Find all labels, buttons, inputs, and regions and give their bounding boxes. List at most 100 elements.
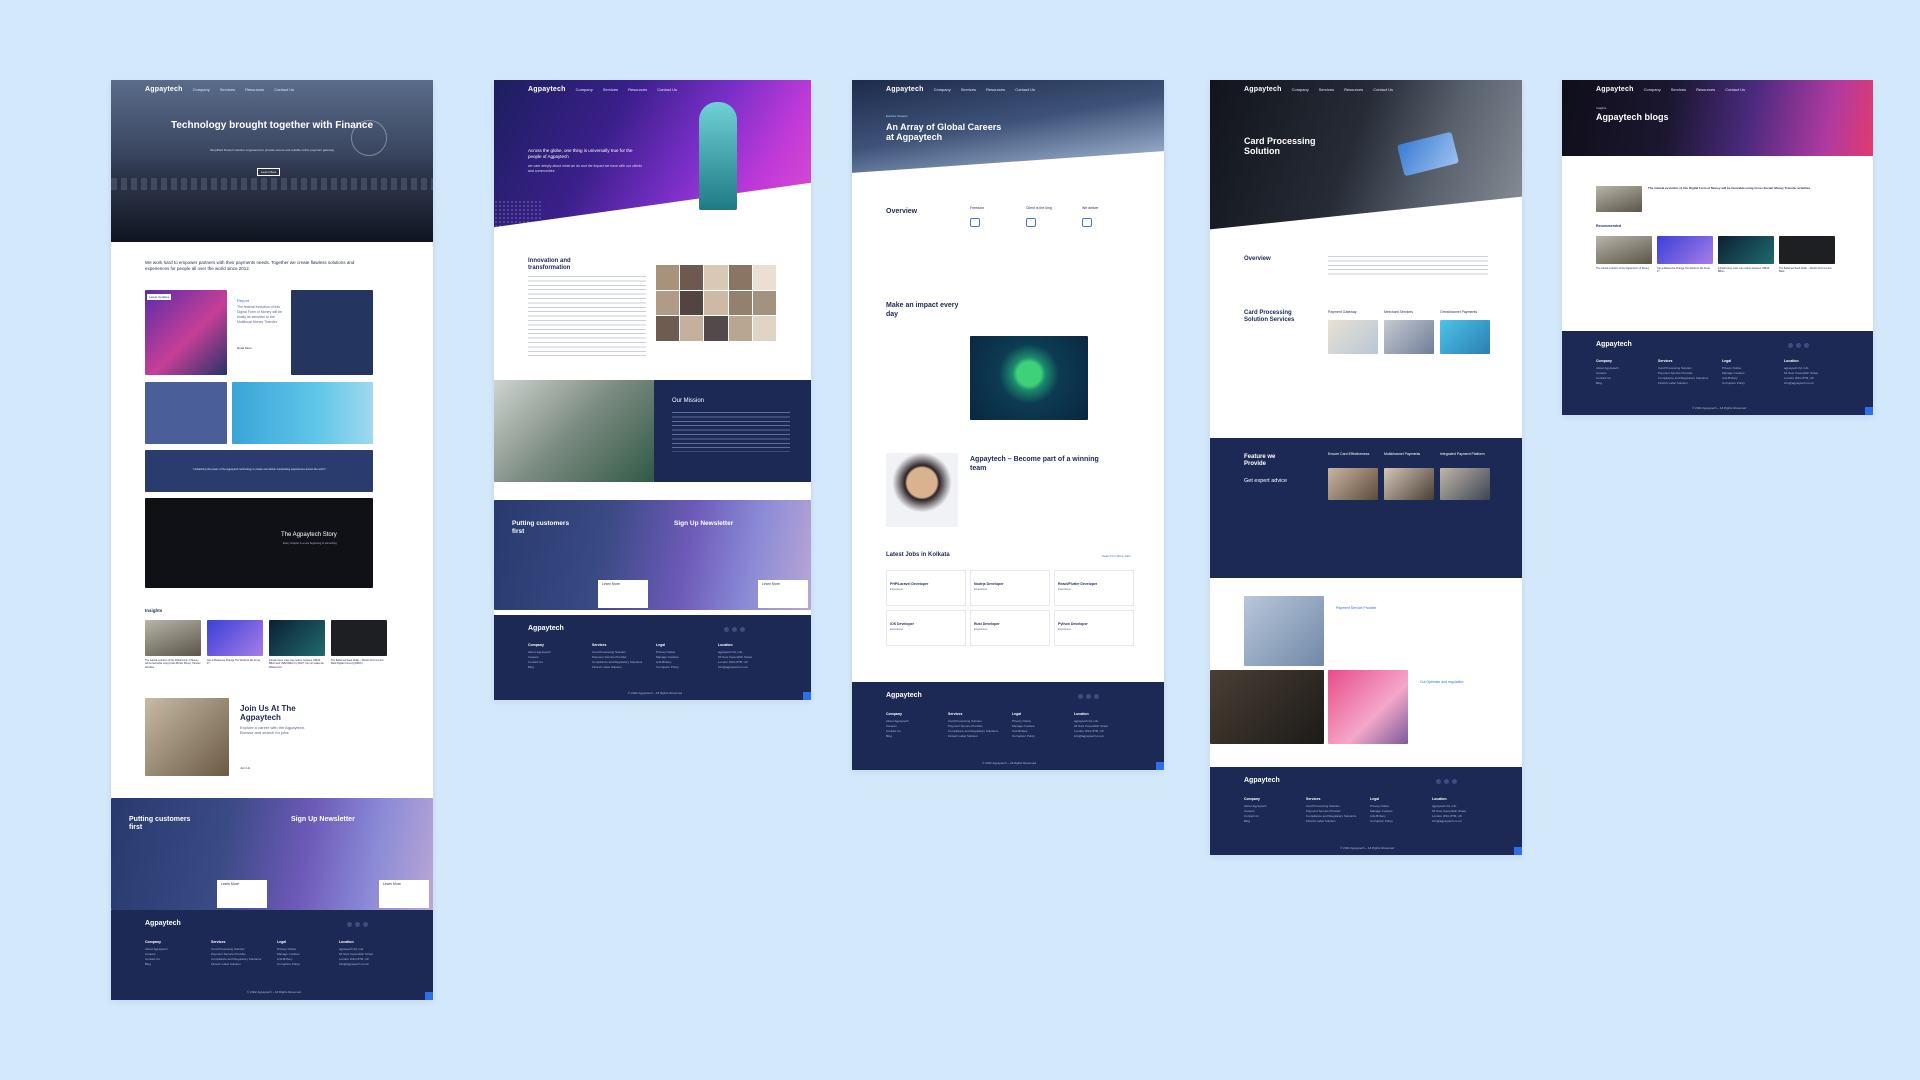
nav-resources[interactable]: Resources (1696, 87, 1715, 92)
nav-company[interactable]: Company (934, 87, 951, 92)
footer-links-company[interactable]: About Agpaytech Careers Contact Us Blog (528, 650, 551, 670)
facebook-icon[interactable] (1796, 343, 1801, 348)
insight-img-2[interactable] (207, 620, 263, 656)
job-title[interactable]: React/Flutter Developer (1058, 582, 1097, 586)
insight-title-2[interactable]: Can a Metaverse Change The World As We K… (207, 659, 263, 666)
rec-title-2[interactable]: Can a Metaverse Change The World As We K… (1657, 267, 1713, 273)
nav-resources[interactable]: Resources (628, 87, 647, 92)
insight-img-4[interactable] (331, 620, 387, 656)
footer-links-company[interactable]: About Agpaytech Careers Contact Us Blog (1596, 366, 1619, 386)
nav-services[interactable]: Services (1319, 87, 1334, 92)
rec-title-4[interactable]: The Bahamas Sand Dollar – World's First … (1779, 267, 1835, 273)
nav-contact[interactable]: Contact Us (1015, 87, 1035, 92)
nav-company[interactable]: Company (1292, 87, 1309, 92)
footer-logo[interactable]: Agpaytech (528, 625, 564, 632)
footer-logo[interactable]: Agpaytech (886, 692, 922, 699)
twitter-icon[interactable] (347, 922, 352, 927)
logo[interactable]: Agpaytech (1596, 86, 1634, 93)
footer-links-services[interactable]: Card Processing Solution Payment Service… (592, 650, 642, 670)
insight-title-1[interactable]: The federal evolution of this Digital Fo… (145, 659, 201, 669)
footer-links-services[interactable]: Card Processing Solution Payment Service… (1306, 804, 1356, 824)
nav-company[interactable]: Company (193, 87, 210, 92)
cta-learn-1[interactable]: Learn More (217, 880, 267, 908)
insight-title-3[interactable]: Infrastructure costs may reduce between … (269, 659, 325, 669)
footer-links-services[interactable]: Card Processing Solution Payment Service… (211, 947, 261, 967)
footer-links-legal[interactable]: Privacy Notice Manage Cookies Anti-Bribe… (656, 650, 679, 670)
job-title[interactable]: Nodejs Developer (974, 582, 1004, 586)
rec-title-3[interactable]: Infrastructure costs may reduce between … (1718, 267, 1774, 273)
rec-img-2[interactable] (1657, 236, 1713, 264)
lead-article-title[interactable]: The natural evolution of this Digital Fo… (1648, 186, 1838, 190)
scroll-top-button[interactable] (1865, 407, 1873, 415)
insight-img-3[interactable] (269, 620, 325, 656)
job-title[interactable]: iOS Developer (890, 622, 914, 626)
nav-company[interactable]: Company (1644, 87, 1661, 92)
linkedin-icon[interactable] (1804, 343, 1809, 348)
nav-resources[interactable]: Resources (1344, 87, 1363, 92)
linkedin-icon[interactable] (363, 922, 368, 927)
jobs-search-link[interactable]: Search for More Jobs (1102, 554, 1131, 558)
linkedin-icon[interactable] (1094, 694, 1099, 699)
footer-links-legal[interactable]: Privacy Notice Manage Cookies Anti-Bribe… (1722, 366, 1745, 386)
lead-article-img[interactable] (1596, 186, 1642, 212)
nav-services[interactable]: Services (961, 87, 976, 92)
insight-title-4[interactable]: The Bahamas Sand Dollar – World's First … (331, 659, 387, 666)
footer-links-legal[interactable]: Privacy Notice Manage Cookies Anti-Bribe… (277, 947, 300, 967)
nav-services[interactable]: Services (1671, 87, 1686, 92)
rec-img-3[interactable] (1718, 236, 1774, 264)
rec-img-4[interactable] (1779, 236, 1835, 264)
nav-resources[interactable]: Resources (245, 87, 264, 92)
scroll-top-button[interactable] (1156, 762, 1164, 770)
job-title[interactable]: Rust Developer (974, 622, 1000, 626)
nav-contact[interactable]: Contact Us (1373, 87, 1393, 92)
twitter-icon[interactable] (1078, 694, 1083, 699)
job-title[interactable]: Python Developer (1058, 622, 1088, 626)
nav-contact[interactable]: Contact Us (657, 87, 677, 92)
footer-links-services[interactable]: Card Processing Solution Payment Service… (1658, 366, 1708, 386)
footer-links-company[interactable]: About Agpaytech Careers Contact Us Blog (145, 947, 168, 967)
facebook-icon[interactable] (1444, 779, 1449, 784)
linkedin-icon[interactable] (1452, 779, 1457, 784)
facebook-icon[interactable] (1086, 694, 1091, 699)
nav-contact[interactable]: Contact Us (1725, 87, 1745, 92)
hero-button[interactable]: Learn More (257, 168, 281, 176)
logo[interactable]: Agpaytech (1244, 86, 1282, 93)
footer-links-services[interactable]: Card Processing Solution Payment Service… (948, 719, 998, 739)
footer-logo[interactable]: Agpaytech (1596, 341, 1632, 348)
twitter-icon[interactable] (1788, 343, 1793, 348)
logo[interactable]: Agpaytech (145, 86, 183, 93)
footer-links-company[interactable]: About Agpaytech Careers Contact Us Blog (886, 719, 909, 739)
job-title[interactable]: PHP/Laravel Developer (890, 582, 928, 586)
scroll-top-button[interactable] (803, 692, 811, 700)
footer-logo[interactable]: Agpaytech (1244, 777, 1280, 784)
logo[interactable]: Agpaytech (886, 86, 924, 93)
footer-logo[interactable]: Agpaytech (145, 920, 181, 927)
logo[interactable]: Agpaytech (528, 86, 566, 93)
scroll-top-button[interactable] (1514, 847, 1522, 855)
read-more-link[interactable]: Read More (237, 346, 252, 350)
linkedin-icon[interactable] (740, 627, 745, 632)
nav-services[interactable]: Services (603, 87, 618, 92)
footer-links-company[interactable]: About Agpaytech Careers Contact Us Blog (1244, 804, 1267, 824)
nav-contact[interactable]: Contact Us (274, 87, 294, 92)
scroll-top-button[interactable] (425, 992, 433, 1000)
insight-img-1[interactable] (145, 620, 201, 656)
twitter-icon[interactable] (1436, 779, 1441, 784)
cta-learn-1[interactable]: Learn More (598, 580, 648, 608)
cta-learn-2[interactable]: Learn More (758, 580, 808, 608)
expert-link[interactable]: Get expert advice (1244, 478, 1287, 484)
join-link[interactable]: Join Us (240, 766, 250, 770)
cta-learn-2[interactable]: Learn More (379, 880, 429, 908)
twitter-icon[interactable] (724, 627, 729, 632)
facebook-icon[interactable] (732, 627, 737, 632)
rec-img-1[interactable] (1596, 236, 1652, 264)
rec-title-1[interactable]: The natural evolution of the Digital For… (1596, 267, 1652, 270)
mission-text (672, 412, 790, 452)
facebook-icon[interactable] (355, 922, 360, 927)
nav-resources[interactable]: Resources (986, 87, 1005, 92)
nav-services[interactable]: Services (220, 87, 235, 92)
footer-links-legal[interactable]: Privacy Notice Manage Cookies Anti-Bribe… (1370, 804, 1393, 824)
nav-company[interactable]: Company (576, 87, 593, 92)
footer-links-legal[interactable]: Privacy Notice Manage Cookies Anti-Bribe… (1012, 719, 1035, 739)
story-video[interactable] (145, 498, 373, 588)
